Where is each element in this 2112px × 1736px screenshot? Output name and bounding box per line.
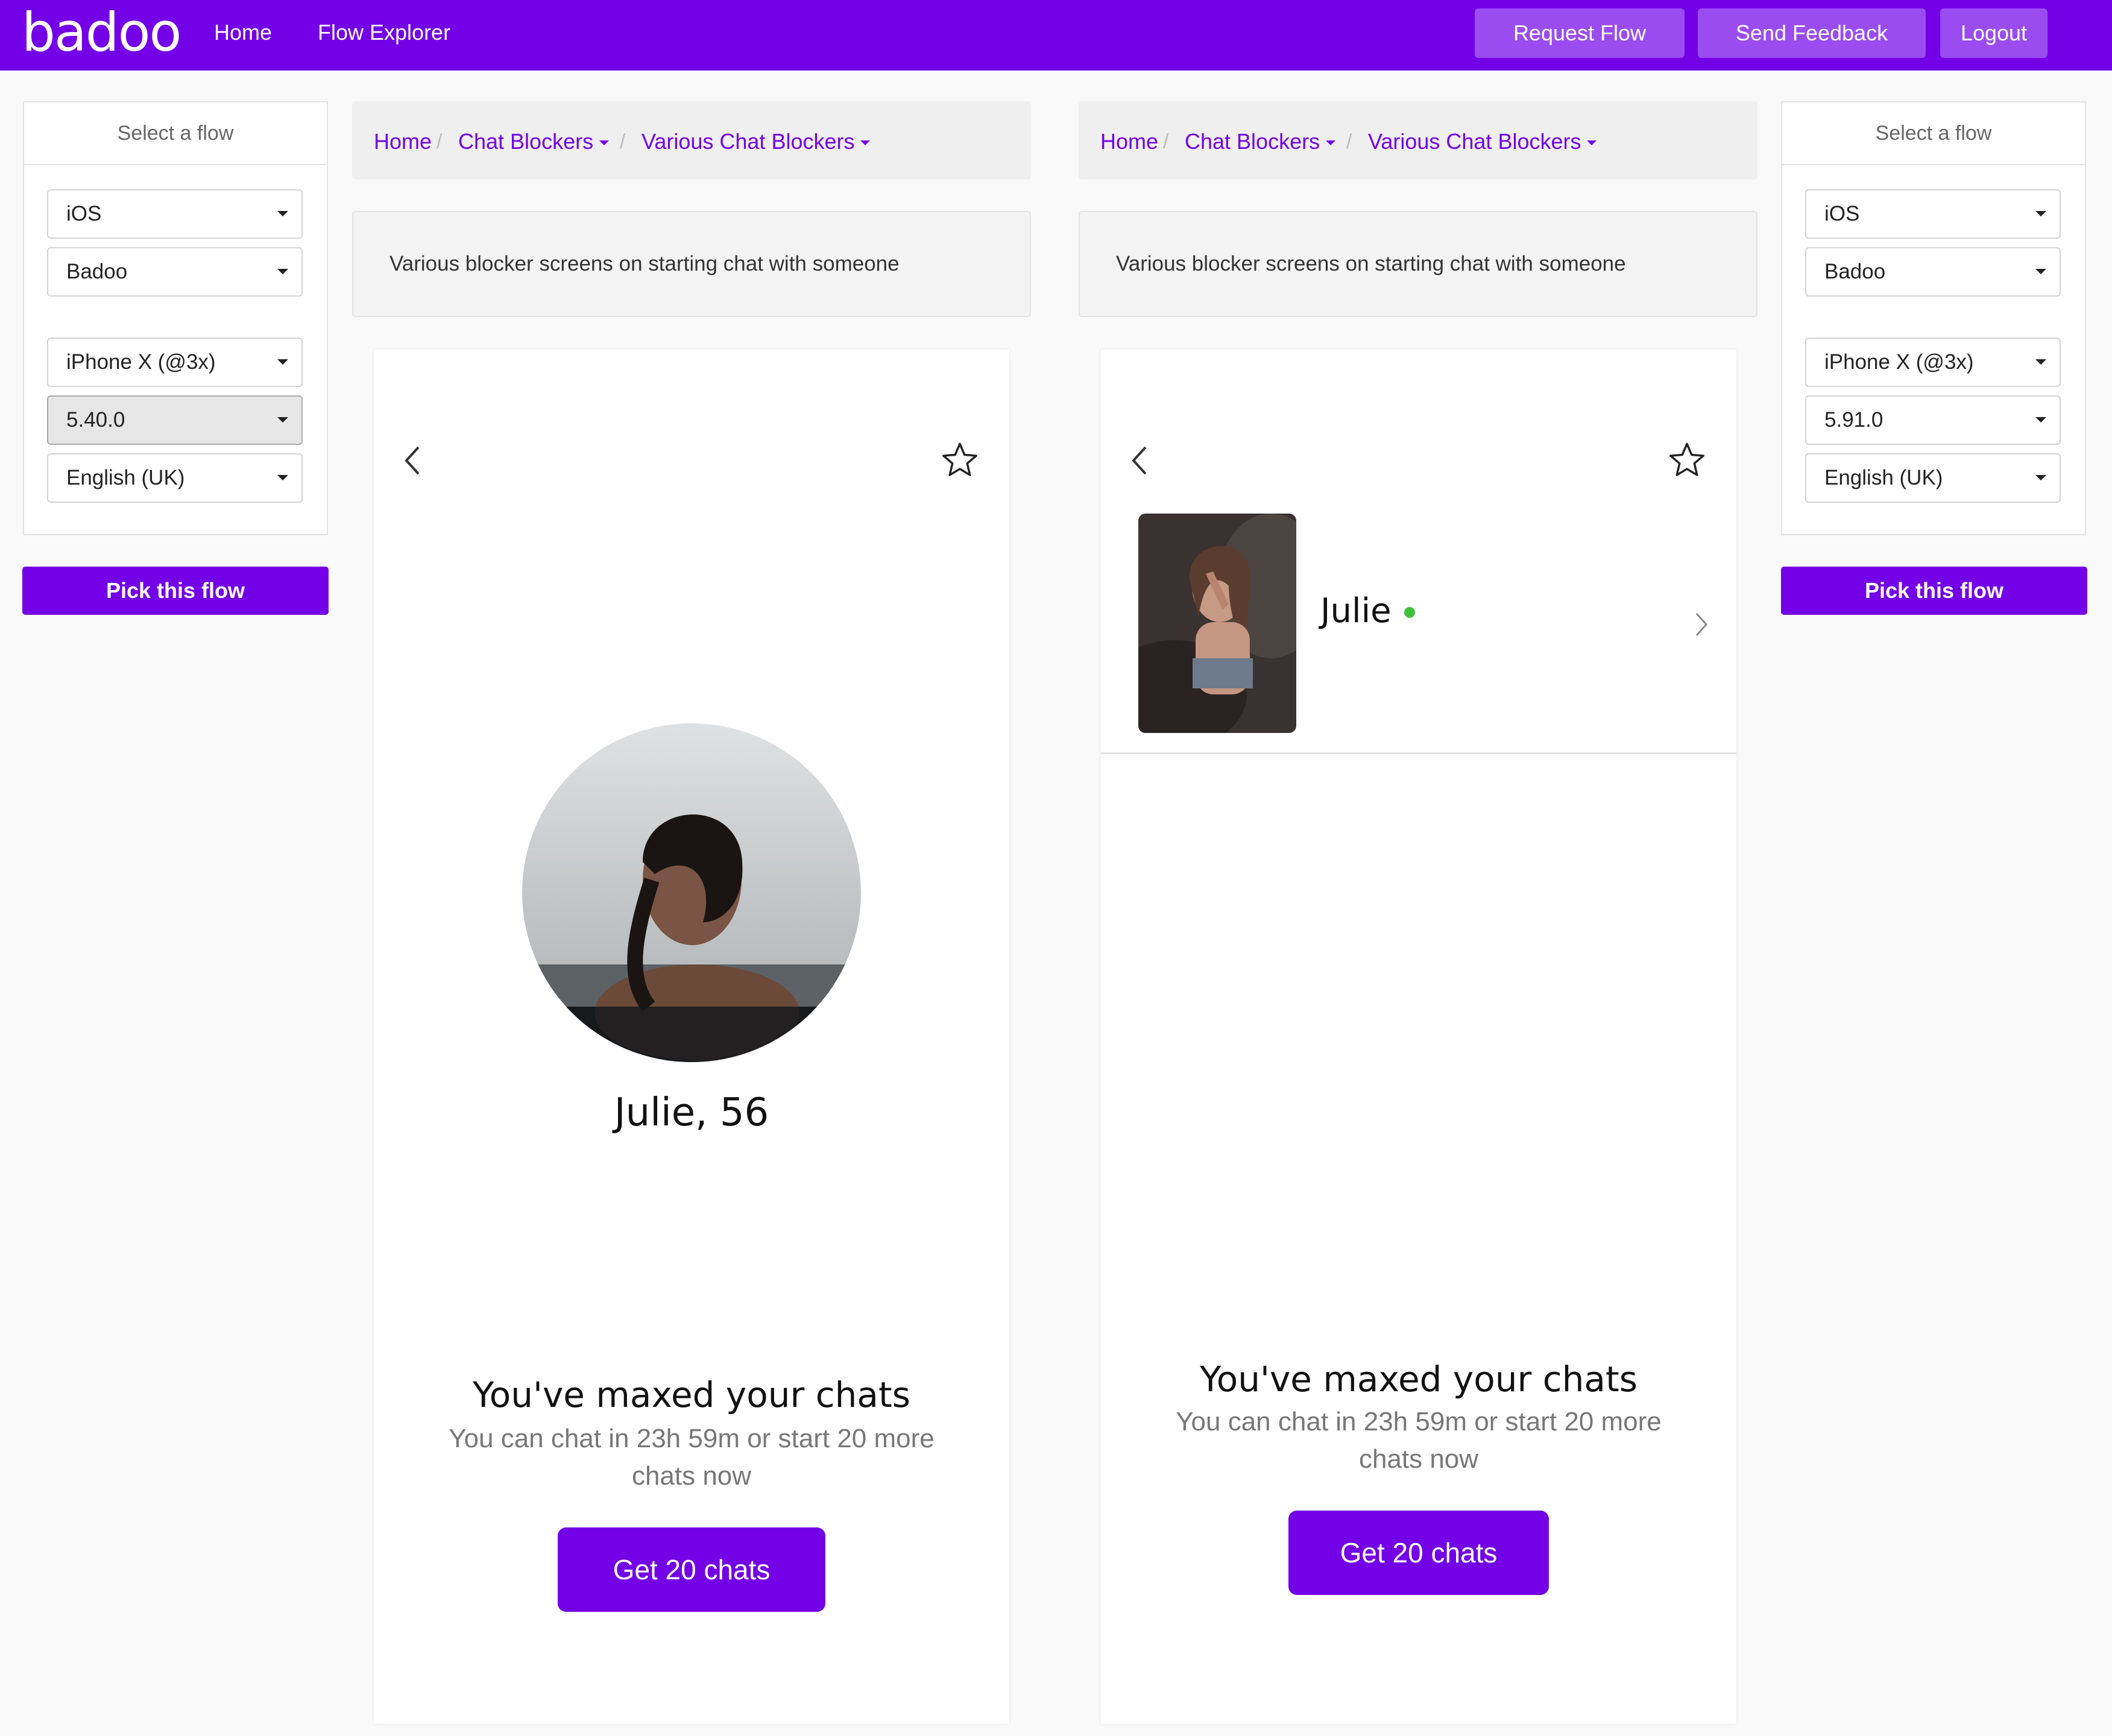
back-arrow-icon[interactable] bbox=[1129, 444, 1150, 477]
star-icon[interactable] bbox=[1668, 441, 1706, 479]
language-select[interactable]: English (UK) bbox=[1805, 453, 2061, 503]
blocker-subtext: You can chat in 23h 59m or start 20 more… bbox=[449, 1424, 935, 1491]
language-value: English (UK) bbox=[1824, 466, 1943, 489]
flow-description: Various blocker screens on starting chat… bbox=[352, 211, 1031, 317]
app-select[interactable]: Badoo bbox=[1805, 247, 2061, 297]
device-select[interactable]: iPhone X (@3x) bbox=[1805, 338, 2061, 387]
right-pick-flow-button[interactable]: Pick this flow bbox=[1781, 567, 2087, 615]
flow-description: Various blocker screens on starting chat… bbox=[1079, 211, 1757, 317]
breadcrumb-chat-blockers[interactable]: Chat Blockers bbox=[458, 129, 610, 154]
breadcrumb-various-chat-blockers[interactable]: Various Chat Blockers bbox=[1368, 129, 1597, 154]
breadcrumb: Home / Chat Blockers / Various Chat Bloc… bbox=[1079, 101, 1757, 180]
send-feedback-button[interactable]: Send Feedback bbox=[1698, 8, 1926, 58]
device-select[interactable]: iPhone X (@3x) bbox=[47, 338, 303, 387]
breadcrumb-home[interactable]: Home bbox=[374, 129, 432, 154]
profile-name: Julie, 56 bbox=[614, 1090, 769, 1135]
left-flow-selector: Select a flow iOS Badoo iPhone X (@3x) 5… bbox=[23, 101, 328, 535]
profile-thumbnail[interactable] bbox=[1138, 514, 1296, 733]
breadcrumb-various-chat-blockers[interactable]: Various Chat Blockers bbox=[641, 129, 871, 154]
back-arrow-icon[interactable] bbox=[402, 444, 423, 477]
breadcrumb-separator: / bbox=[437, 130, 443, 153]
divider bbox=[1101, 752, 1736, 754]
version-select[interactable]: 5.40.0 bbox=[47, 395, 303, 445]
device-value: iPhone X (@3x) bbox=[1824, 350, 1974, 374]
breadcrumb-separator: / bbox=[1163, 130, 1169, 153]
caret-down-icon bbox=[1587, 140, 1597, 146]
nav-home-link[interactable]: Home bbox=[214, 18, 272, 47]
get-chats-button[interactable]: Get 20 chats bbox=[1288, 1511, 1549, 1595]
left-pick-flow-button[interactable]: Pick this flow bbox=[22, 567, 329, 615]
language-value: English (UK) bbox=[66, 466, 185, 489]
blocker-headline: You've maxed your chats bbox=[1200, 1359, 1638, 1400]
platform-value: iOS bbox=[66, 202, 102, 225]
caret-down-icon bbox=[2035, 359, 2046, 365]
app-value: Badoo bbox=[66, 260, 128, 283]
caret-down-icon bbox=[277, 269, 288, 274]
breadcrumb-label: Chat Blockers bbox=[1185, 129, 1320, 154]
blocker-headline: You've maxed your chats bbox=[473, 1374, 910, 1415]
caret-down-icon bbox=[2035, 417, 2046, 423]
profile-name: Julie bbox=[1320, 592, 1392, 631]
version-value: 5.40.0 bbox=[66, 408, 125, 432]
caret-down-icon bbox=[277, 417, 288, 423]
app-value: Badoo bbox=[1824, 260, 1886, 283]
caret-down-icon bbox=[1326, 140, 1336, 146]
profile-photo[interactable] bbox=[522, 723, 861, 1062]
nav-flow-explorer-link[interactable]: Flow Explorer bbox=[318, 18, 450, 47]
platform-select[interactable]: iOS bbox=[1805, 189, 2061, 239]
badoo-logo[interactable]: badoo bbox=[22, 2, 181, 63]
caret-down-icon bbox=[277, 211, 288, 216]
caret-down-icon bbox=[2035, 475, 2046, 480]
right-flow-selector: Select a flow iOS Badoo iPhone X (@3x) 5… bbox=[1781, 101, 2086, 535]
caret-down-icon bbox=[599, 140, 610, 146]
blocker-subtext: You can chat in 23h 59m or start 20 more… bbox=[1176, 1407, 1662, 1474]
device-value: iPhone X (@3x) bbox=[66, 350, 216, 374]
platform-value: iOS bbox=[1824, 202, 1860, 225]
top-nav: badoo Home Flow Explorer Request Flow Se… bbox=[0, 0, 2112, 71]
left-phone-screen: Julie, 56 You've maxed your chats You ca… bbox=[374, 350, 1009, 1724]
caret-down-icon bbox=[860, 140, 871, 146]
caret-down-icon bbox=[277, 359, 288, 365]
chevron-right-icon[interactable] bbox=[1694, 611, 1709, 638]
online-status-icon bbox=[1404, 607, 1415, 618]
version-value: 5.91.0 bbox=[1824, 408, 1883, 432]
right-phone-screen: Julie You've maxed your chats You can ch… bbox=[1101, 350, 1736, 1724]
caret-down-icon bbox=[2035, 269, 2046, 274]
breadcrumb-label: Various Chat Blockers bbox=[1368, 129, 1581, 154]
get-chats-button[interactable]: Get 20 chats bbox=[558, 1527, 825, 1612]
caret-down-icon bbox=[2035, 211, 2046, 216]
app-select[interactable]: Badoo bbox=[47, 247, 303, 297]
breadcrumb-chat-blockers[interactable]: Chat Blockers bbox=[1185, 129, 1336, 154]
flow-selector-title: Select a flow bbox=[24, 102, 327, 165]
profile-name-text: Julie bbox=[1320, 591, 1392, 631]
language-select[interactable]: English (UK) bbox=[47, 453, 303, 503]
breadcrumb-separator: / bbox=[620, 130, 626, 153]
breadcrumb-home[interactable]: Home bbox=[1100, 129, 1158, 154]
breadcrumb: Home / Chat Blockers / Various Chat Bloc… bbox=[352, 101, 1031, 180]
caret-down-icon bbox=[277, 475, 288, 480]
flow-selector-title: Select a flow bbox=[1782, 102, 2085, 165]
breadcrumb-separator: / bbox=[1346, 130, 1352, 153]
star-icon[interactable] bbox=[941, 441, 979, 479]
breadcrumb-label: Various Chat Blockers bbox=[641, 129, 855, 154]
breadcrumb-label: Chat Blockers bbox=[458, 129, 594, 154]
request-flow-button[interactable]: Request Flow bbox=[1475, 8, 1685, 58]
logout-button[interactable]: Logout bbox=[1940, 8, 2047, 58]
version-select[interactable]: 5.91.0 bbox=[1805, 395, 2061, 445]
platform-select[interactable]: iOS bbox=[47, 189, 303, 239]
